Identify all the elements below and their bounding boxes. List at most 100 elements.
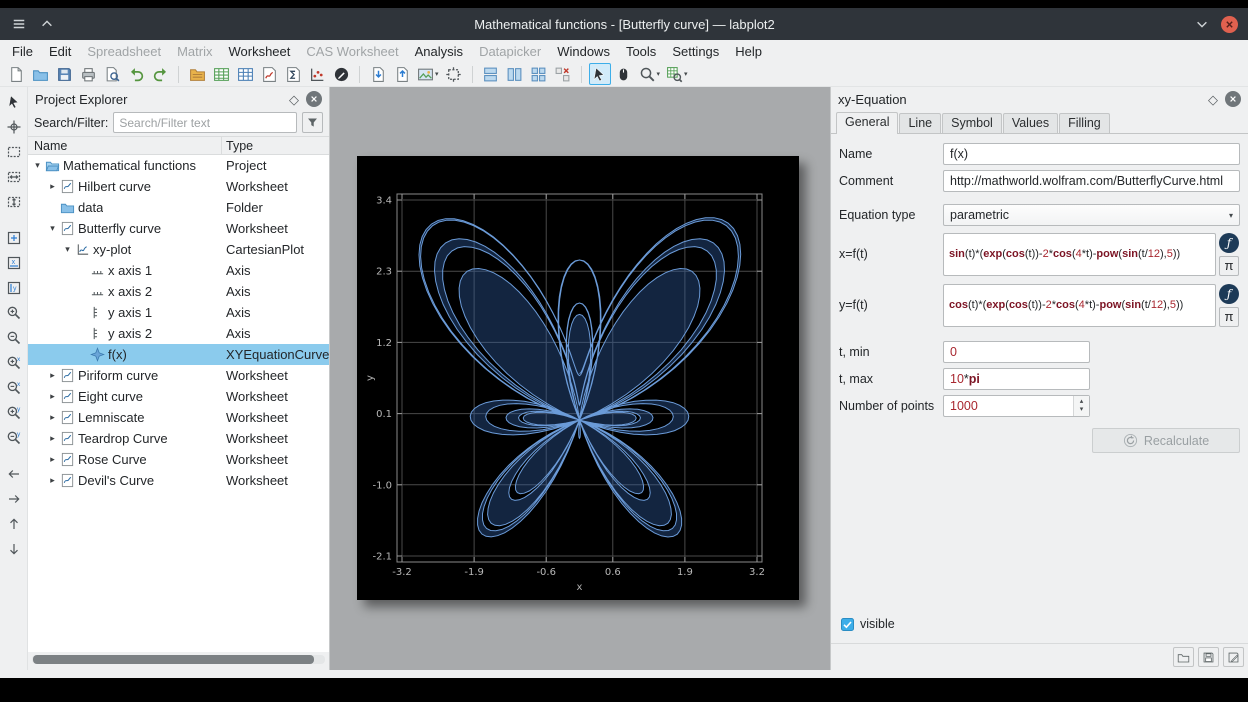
zoom-in-button[interactable] — [3, 302, 25, 324]
titlebar-pin-icon[interactable] — [38, 15, 56, 33]
export-button[interactable] — [391, 63, 413, 85]
tmin-input[interactable]: 0 — [943, 341, 1090, 363]
titlebar-shade-icon[interactable] — [1193, 15, 1211, 33]
redo-button[interactable] — [149, 63, 171, 85]
select-mode-button[interactable] — [589, 63, 611, 85]
new-matrix-button[interactable] — [234, 63, 256, 85]
menu-datapicker[interactable]: Datapicker — [471, 44, 549, 59]
tree-row-y-axis-1[interactable]: y axis 1Axis — [28, 302, 329, 323]
tree-row-hilbert-curve[interactable]: ▸Hilbert curveWorksheet — [28, 176, 329, 197]
new-datapicker-button[interactable] — [306, 63, 328, 85]
menu-settings[interactable]: Settings — [664, 44, 727, 59]
tree-expand-icon[interactable]: ▸ — [47, 370, 58, 381]
zoom-out-x-button[interactable]: x — [3, 377, 25, 399]
undo-button[interactable] — [125, 63, 147, 85]
zoom-out-y-button[interactable]: y — [3, 427, 25, 449]
insert-function-button[interactable]: ƒ — [1219, 233, 1239, 253]
menu-cas-worksheet[interactable]: CAS Worksheet — [298, 44, 406, 59]
comment-input[interactable] — [943, 170, 1240, 192]
y-equation-input[interactable]: cos(t)*(exp(cos(t))-2*cos(4*t)-pow(sin(t… — [943, 284, 1216, 327]
save-project-button[interactable] — [53, 63, 75, 85]
zoom-x-select-button[interactable] — [3, 166, 25, 188]
tree-row-y-axis-2[interactable]: y axis 2Axis — [28, 323, 329, 344]
fit-selection-button[interactable] — [443, 63, 465, 85]
spin-down-icon[interactable]: ▾ — [1080, 406, 1084, 414]
visible-checkbox[interactable] — [840, 617, 854, 631]
tree-expand-icon[interactable]: ▾ — [32, 160, 43, 171]
tab-symbol[interactable]: Symbol — [942, 113, 1002, 133]
points-spinbox[interactable]: 1000 ▴▾ — [943, 395, 1090, 417]
horizontal-scrollbar[interactable] — [32, 655, 325, 664]
menu-file[interactable]: File — [4, 44, 41, 59]
tree-row-rose-curve[interactable]: ▸Rose CurveWorksheet — [28, 449, 329, 470]
tree-row-f-x-[interactable]: f(x)XYEquationCurve — [28, 344, 329, 365]
tree-row-eight-curve[interactable]: ▸Eight curveWorksheet — [28, 386, 329, 407]
insert-function-button[interactable]: ƒ — [1219, 284, 1239, 304]
auto-scale-x-button[interactable]: x — [3, 252, 25, 274]
menu-help[interactable]: Help — [727, 44, 770, 59]
magnification-button[interactable]: ▾ — [664, 63, 690, 85]
save-as-template-button[interactable] — [1223, 647, 1244, 667]
new-cas-worksheet-button[interactable] — [282, 63, 304, 85]
tab-values[interactable]: Values — [1003, 113, 1058, 133]
equation-type-select[interactable]: parametric ▾ — [943, 204, 1240, 226]
tree-expand-icon[interactable]: ▸ — [47, 412, 58, 423]
new-worksheet-button[interactable] — [258, 63, 280, 85]
tree-row-lemniscate[interactable]: ▸LemniscateWorksheet — [28, 407, 329, 428]
tree-row-teardrop-curve[interactable]: ▸Teardrop CurveWorksheet — [28, 428, 329, 449]
open-project-button[interactable] — [29, 63, 51, 85]
shift-right-x-button[interactable] — [3, 488, 25, 510]
print-preview-button[interactable] — [101, 63, 123, 85]
horizontal-layout-button[interactable] — [504, 63, 526, 85]
break-layout-button[interactable] — [552, 63, 574, 85]
tree-expand-icon[interactable]: ▾ — [62, 244, 73, 255]
select-edit-button[interactable] — [3, 91, 25, 113]
tab-line[interactable]: Line — [899, 113, 941, 133]
tree-row-data[interactable]: dataFolder — [28, 197, 329, 218]
zoom-out-button[interactable] — [3, 327, 25, 349]
float-dock-icon[interactable]: ◇ — [1208, 93, 1218, 106]
float-panel-icon[interactable]: ◇ — [289, 93, 299, 106]
titlebar-close-button[interactable] — [1221, 16, 1238, 33]
grid-layout-button[interactable] — [528, 63, 550, 85]
menu-tools[interactable]: Tools — [618, 44, 664, 59]
close-panel-button[interactable] — [306, 91, 322, 107]
new-spreadsheet-button[interactable] — [210, 63, 232, 85]
vertical-layout-button[interactable] — [480, 63, 502, 85]
new-workbook-button[interactable] — [186, 63, 208, 85]
name-input[interactable] — [943, 143, 1240, 165]
new-note-button[interactable] — [330, 63, 352, 85]
menu-worksheet[interactable]: Worksheet — [220, 44, 298, 59]
import-data-button[interactable] — [367, 63, 389, 85]
tree-row-xy-plot[interactable]: ▾xy-plotCartesianPlot — [28, 239, 329, 260]
x-equation-input[interactable]: sin(t)*(exp(cos(t))-2*cos(4*t)-pow(sin(t… — [943, 233, 1216, 276]
auto-scale-y-button[interactable]: y — [3, 277, 25, 299]
zoom-in-y-button[interactable]: y — [3, 402, 25, 424]
insert-constant-button[interactable]: π — [1219, 256, 1239, 276]
tree-expand-icon[interactable]: ▸ — [47, 454, 58, 465]
shift-up-y-button[interactable] — [3, 513, 25, 535]
spinbox-arrows[interactable]: ▴▾ — [1073, 396, 1089, 416]
new-project-button[interactable] — [5, 63, 27, 85]
recalculate-button[interactable]: Recalculate — [1092, 428, 1240, 453]
tree-row-mathematical-functions[interactable]: ▾Mathematical functionsProject — [28, 155, 329, 176]
tree-expand-icon[interactable]: ▾ — [47, 223, 58, 234]
menu-windows[interactable]: Windows — [549, 44, 618, 59]
tmax-input[interactable]: 10*pi — [943, 368, 1090, 390]
column-header-name[interactable]: Name — [28, 137, 222, 154]
zoom-select-button[interactable] — [3, 141, 25, 163]
spin-up-icon[interactable]: ▴ — [1080, 398, 1084, 406]
tree-expand-icon[interactable]: ▸ — [47, 391, 58, 402]
zoom-y-select-button[interactable] — [3, 191, 25, 213]
tree-row-x-axis-2[interactable]: x axis 2Axis — [28, 281, 329, 302]
shift-down-y-button[interactable] — [3, 538, 25, 560]
tree-expand-icon[interactable]: ▸ — [47, 433, 58, 444]
tree-row-butterfly-curve[interactable]: ▾Butterfly curveWorksheet — [28, 218, 329, 239]
save-template-button[interactable] — [1198, 647, 1219, 667]
close-dock-button[interactable] — [1225, 91, 1241, 107]
load-template-button[interactable] — [1173, 647, 1194, 667]
insert-constant-button[interactable]: π — [1219, 307, 1239, 327]
crosshair-button[interactable] — [3, 116, 25, 138]
titlebar-menu-icon[interactable] — [10, 15, 28, 33]
scrollbar-thumb[interactable] — [33, 655, 314, 664]
